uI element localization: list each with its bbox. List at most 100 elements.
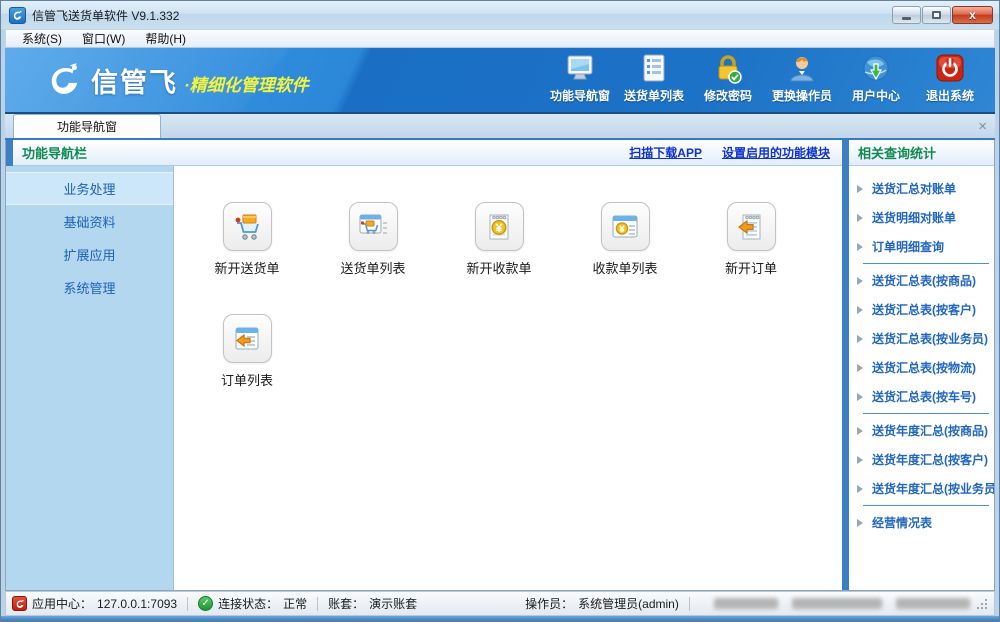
- triangle-icon: [857, 485, 863, 493]
- query-item-summary-by-logistics[interactable]: 送货汇总表(按物流): [849, 353, 994, 382]
- tab-bar: 功能导航窗 ×: [5, 112, 995, 140]
- query-item-operating-report[interactable]: 经营情况表: [849, 508, 994, 537]
- shortcut-label: 新开送货单: [214, 258, 279, 277]
- separator: [317, 597, 318, 611]
- query-panel-title: 相关查询统计: [858, 143, 936, 162]
- sidebar-item-basedata[interactable]: 基础资料: [6, 205, 173, 238]
- receipt-new-icon[interactable]: [475, 202, 524, 251]
- order-list-icon[interactable]: [223, 314, 272, 363]
- toolbar-user-center[interactable]: 用户中心: [839, 53, 913, 108]
- receipt-list-icon[interactable]: [601, 202, 650, 251]
- status-bar: 应用中心： 127.0.0.1:7093 ✓ 连接状态： 正常 账套： 演示账套 操作…: [5, 591, 995, 616]
- link-enable-modules[interactable]: 设置启用的功能模块: [722, 144, 830, 161]
- triangle-icon: [857, 214, 863, 222]
- operator-label: 操作员：: [525, 595, 573, 612]
- separator: [689, 597, 690, 611]
- shortcut-new-delivery[interactable]: 新开送货单: [184, 202, 310, 314]
- brand-logo-icon: [45, 61, 83, 99]
- query-item-label: 送货汇总表(按车号): [872, 388, 976, 405]
- triangle-icon: [857, 185, 863, 193]
- query-item-label: 送货明细对账单: [872, 209, 956, 226]
- toolbar-label: 更换操作员: [772, 87, 832, 104]
- shortcut-label: 收款单列表: [592, 258, 657, 277]
- query-item-label: 送货汇总表(按物流): [872, 359, 976, 376]
- menu-system[interactable]: 系统(S): [12, 29, 72, 48]
- cart-new-icon[interactable]: [223, 202, 272, 251]
- menu-window[interactable]: 窗口(W): [72, 29, 135, 48]
- app-center-icon: [12, 596, 27, 611]
- power-icon: [933, 53, 967, 85]
- maximize-icon: [932, 11, 941, 19]
- operator-value: 系统管理员(admin): [578, 595, 679, 612]
- title-bar: 信管飞送货单软件 V9.1.332 x: [1, 1, 999, 29]
- query-item-delivery-summary-statement[interactable]: 送货汇总对账单: [849, 174, 994, 203]
- query-item-annual-by-product[interactable]: 送货年度汇总(按商品): [849, 416, 994, 445]
- query-item-summary-by-salesman[interactable]: 送货汇总表(按业务员): [849, 324, 994, 353]
- sidebar-item-extensions[interactable]: 扩展应用: [6, 238, 173, 271]
- app-center-label: 应用中心：: [32, 595, 92, 612]
- query-item-order-detail-query[interactable]: 订单明细查询: [849, 232, 994, 261]
- query-item-label: 送货汇总表(按业务员): [872, 330, 988, 347]
- close-button[interactable]: x: [952, 6, 993, 24]
- tab-nav-window[interactable]: 功能导航窗: [13, 114, 161, 138]
- tab-close-icon[interactable]: ×: [978, 119, 987, 134]
- query-item-delivery-detail-statement[interactable]: 送货明细对账单: [849, 203, 994, 232]
- shortcut-new-order[interactable]: 新开订单: [688, 202, 814, 314]
- divider: [863, 263, 989, 264]
- maximize-button[interactable]: [922, 6, 951, 24]
- menu-bar: 系统(S) 窗口(W) 帮助(H): [5, 29, 995, 48]
- order-new-icon[interactable]: [727, 202, 776, 251]
- shortcut-new-receipt[interactable]: 新开收款单: [436, 202, 562, 314]
- connection-value: 正常: [283, 595, 307, 612]
- query-item-label: 订单明细查询: [872, 238, 944, 255]
- query-list: 送货汇总对账单 送货明细对账单 订单明细查询 送货汇总表(按商品) 送货汇总表(…: [849, 166, 994, 590]
- globe-icon: [859, 53, 893, 85]
- app-window: 信管飞送货单软件 V9.1.332 x 系统(S) 窗口(W) 帮助(H) 信管…: [0, 0, 1000, 622]
- query-item-summary-by-vehicle[interactable]: 送货汇总表(按车号): [849, 382, 994, 411]
- toolbar-label: 修改密码: [704, 87, 752, 104]
- query-item-label: 送货汇总表(按客户): [872, 301, 976, 318]
- brand-header: 信管飞 ·精细化管理软件 功能导航窗: [5, 48, 995, 112]
- toolbar-change-operator[interactable]: 更换操作员: [765, 53, 839, 108]
- shortcut-order-list[interactable]: 订单列表: [184, 314, 310, 426]
- query-item-label: 送货汇总表(按商品): [872, 272, 976, 289]
- query-item-label: 送货年度汇总(按客户): [872, 451, 988, 468]
- window-bottom-frame: [1, 616, 999, 621]
- resize-grip[interactable]: [976, 598, 988, 610]
- query-item-summary-by-product[interactable]: 送货汇总表(按商品): [849, 266, 994, 295]
- triangle-icon: [857, 306, 863, 314]
- toolbar-delivery-list[interactable]: 送货单列表: [617, 53, 691, 108]
- menu-help[interactable]: 帮助(H): [135, 29, 196, 48]
- query-item-summary-by-customer[interactable]: 送货汇总表(按客户): [849, 295, 994, 324]
- sidebar-item-system[interactable]: 系统管理: [6, 271, 173, 304]
- sidebar: 业务处理 基础资料 扩展应用 系统管理: [6, 166, 174, 590]
- query-item-label: 送货汇总对账单: [872, 180, 956, 197]
- toolbar-exit-system[interactable]: 退出系统: [913, 53, 987, 108]
- account-value: 演示账套: [369, 595, 417, 612]
- minimize-button[interactable]: [892, 6, 921, 24]
- query-item-annual-by-salesman[interactable]: 送货年度汇总(按业务员): [849, 474, 994, 503]
- link-download-app[interactable]: 扫描下载APP: [629, 144, 702, 161]
- connection-ok-icon: ✓: [198, 596, 213, 611]
- nav-panel-title: 功能导航栏: [22, 143, 87, 162]
- account-label: 账套：: [328, 595, 364, 612]
- toolbar-label: 退出系统: [926, 87, 974, 104]
- cart-list-icon[interactable]: [349, 202, 398, 251]
- app-center-value: 127.0.0.1:7093: [97, 597, 177, 611]
- toolbar-nav-window[interactable]: 功能导航窗: [543, 53, 617, 108]
- triangle-icon: [857, 519, 863, 527]
- connection-label: 连接状态：: [218, 595, 278, 612]
- triangle-icon: [857, 393, 863, 401]
- shortcut-area: 新开送货单: [174, 166, 842, 590]
- query-item-annual-by-customer[interactable]: 送货年度汇总(按客户): [849, 445, 994, 474]
- sidebar-item-business[interactable]: 业务处理: [6, 172, 173, 205]
- query-item-label: 送货年度汇总(按业务员): [872, 480, 994, 497]
- shortcut-receipt-list[interactable]: 收款单列表: [562, 202, 688, 314]
- shortcut-label: 新开收款单: [466, 258, 531, 277]
- triangle-icon: [857, 335, 863, 343]
- divider: [863, 413, 989, 414]
- accent-bar: [6, 140, 13, 166]
- list-icon: [637, 53, 671, 85]
- toolbar-change-password[interactable]: 修改密码: [691, 53, 765, 108]
- shortcut-delivery-list[interactable]: 送货单列表: [310, 202, 436, 314]
